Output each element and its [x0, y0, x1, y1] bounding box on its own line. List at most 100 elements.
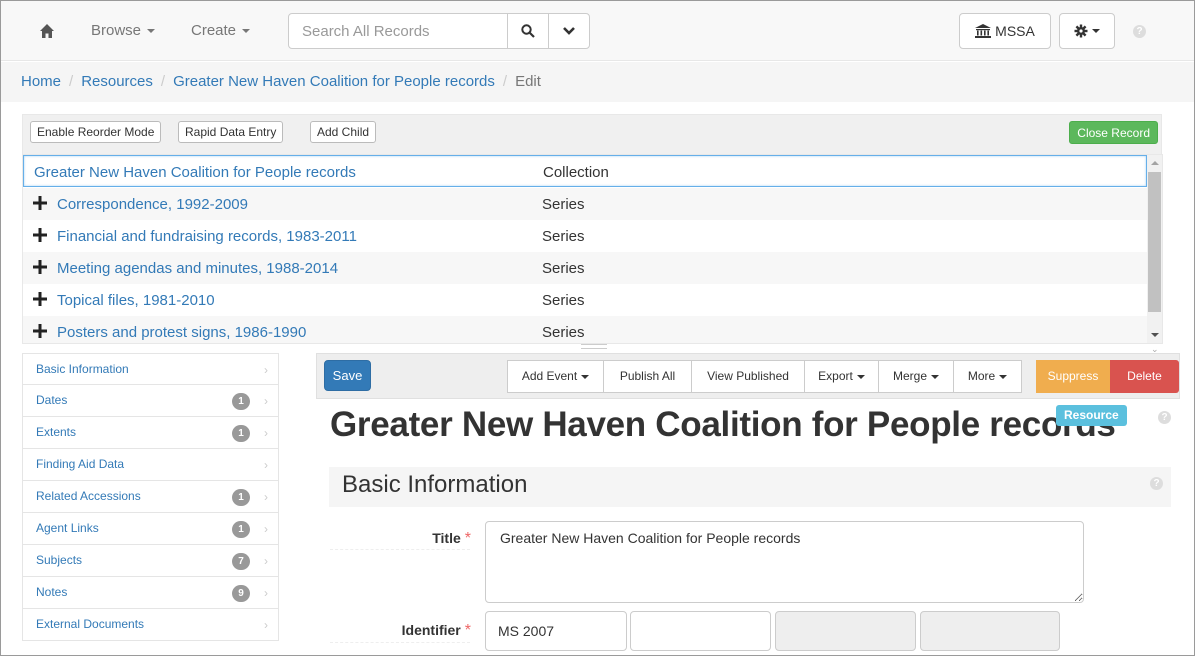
merge-menu-button[interactable]: Merge: [878, 360, 954, 393]
count-badge: 1: [232, 425, 250, 442]
repository-label: MSSA: [995, 23, 1035, 39]
caret-down-icon: [1092, 29, 1100, 33]
identifier-part-4-input[interactable]: [920, 611, 1060, 651]
help-icon[interactable]: ?: [1133, 25, 1146, 38]
view-published-button[interactable]: View Published: [691, 360, 805, 393]
chevron-right-icon: ›: [264, 618, 268, 632]
more-menu-button[interactable]: More: [953, 360, 1022, 393]
home-icon[interactable]: [39, 23, 55, 39]
sidenav-item-external-documents[interactable]: External Documents ›: [22, 609, 279, 641]
chevron-down-icon: [563, 27, 575, 35]
tree-toolbar: Enable Reorder Mode Rapid Data Entry Add…: [22, 114, 1162, 154]
sidenav-item-label: Basic Information: [36, 362, 129, 376]
help-icon[interactable]: ?: [1158, 411, 1171, 424]
caret-down-icon: [581, 374, 590, 379]
identifier-part-2-input[interactable]: [630, 611, 771, 651]
caret-down-icon: [147, 29, 156, 34]
scroll-up-icon[interactable]: [1151, 161, 1159, 165]
tree-row[interactable]: Financial and fundraising records, 1983-…: [23, 220, 1147, 252]
browse-label: Browse: [91, 22, 142, 39]
count-badge: 1: [232, 393, 250, 410]
identifier-part-3-input[interactable]: [775, 611, 916, 651]
search-button[interactable]: [507, 13, 549, 49]
chevron-right-icon: ›: [264, 490, 268, 504]
top-navbar: Browse Create MSSA ?: [1, 1, 1194, 61]
tree-row[interactable]: Meeting agendas and minutes, 1988-2014 S…: [23, 252, 1147, 284]
settings-menu-button[interactable]: [1059, 13, 1115, 49]
breadcrumb-home[interactable]: Home: [21, 73, 61, 90]
tree-row-title[interactable]: Topical files, 1981-2010: [57, 292, 215, 309]
merge-label: Merge: [892, 369, 927, 383]
advanced-search-toggle[interactable]: [548, 13, 590, 49]
chevron-right-icon: ›: [264, 554, 268, 568]
record-section-nav: Basic Information › Dates 1 › Extents 1 › Fin…: [22, 353, 279, 653]
caret-down-icon: [931, 374, 939, 379]
plus-icon[interactable]: [33, 260, 47, 274]
sidenav-item-dates[interactable]: Dates 1 ›: [22, 385, 279, 417]
sidenav-item-basic-information[interactable]: Basic Information ›: [22, 353, 279, 385]
count-badge: 1: [232, 521, 250, 538]
sidenav-item-label: Agent Links: [36, 521, 99, 535]
plus-icon[interactable]: [33, 196, 47, 210]
tree-row-title[interactable]: Greater New Haven Coalition for People r…: [34, 164, 356, 181]
plus-icon[interactable]: [33, 324, 47, 338]
tree-row[interactable]: Correspondence, 1992-2009 Series: [23, 188, 1147, 220]
chevron-right-icon: ›: [264, 522, 268, 536]
section-heading-text: Basic Information: [342, 471, 528, 498]
scrollbar-thumb[interactable]: [1148, 172, 1161, 312]
suppress-button[interactable]: Suppress: [1036, 360, 1110, 393]
create-menu[interactable]: Create: [191, 22, 251, 39]
sidenav-item-related-accessions[interactable]: Related Accessions 1 ›: [22, 481, 279, 513]
help-icon[interactable]: ?: [1150, 477, 1163, 490]
delete-button[interactable]: Delete: [1110, 360, 1179, 393]
institution-icon: [975, 24, 992, 38]
add-event-label: Add Event: [521, 369, 578, 383]
tree-scrollbar[interactable]: [1147, 155, 1162, 343]
count-badge: 7: [232, 553, 250, 570]
sidenav-item-subjects[interactable]: Subjects 7 ›: [22, 545, 279, 577]
sidenav-item-label: Notes: [36, 585, 68, 599]
tree-row-root[interactable]: Greater New Haven Coalition for People r…: [23, 155, 1147, 187]
title-field[interactable]: Greater New Haven Coalition for People r…: [485, 521, 1084, 603]
breadcrumb-current: Edit: [515, 73, 541, 90]
chevron-right-icon: ›: [264, 394, 268, 408]
breadcrumb-resources[interactable]: Resources: [81, 73, 153, 90]
record-title: Greater New Haven Coalition for People r…: [330, 405, 1116, 444]
field-divider: [330, 642, 470, 643]
enable-reorder-button[interactable]: Enable Reorder Mode: [30, 121, 162, 143]
publish-all-button[interactable]: Publish All: [603, 360, 692, 393]
sidenav-item-agent-links[interactable]: Agent Links 1 ›: [22, 513, 279, 545]
tree-row-level: Series: [542, 228, 585, 245]
plus-icon[interactable]: [33, 228, 47, 242]
tree-row-title[interactable]: Meeting agendas and minutes, 1988-2014: [57, 260, 338, 277]
add-child-button[interactable]: Add Child: [310, 121, 377, 143]
tree-row-title[interactable]: Financial and fundraising records, 1983-…: [57, 228, 357, 245]
add-event-button[interactable]: Add Event: [507, 360, 604, 393]
create-label: Create: [191, 22, 237, 39]
tree-resize-handle[interactable]: [581, 344, 607, 349]
field-divider: [330, 549, 470, 550]
close-record-button[interactable]: Close Record: [1069, 121, 1158, 144]
search-input[interactable]: [288, 13, 508, 49]
plus-icon[interactable]: [33, 292, 47, 306]
identifier-part-1-input[interactable]: [485, 611, 627, 651]
rapid-data-entry-button[interactable]: Rapid Data Entry: [178, 121, 284, 143]
save-button[interactable]: Save: [324, 360, 371, 391]
count-badge: 1: [232, 489, 250, 506]
sidenav-item-label: Related Accessions: [36, 489, 141, 503]
breadcrumb-record[interactable]: Greater New Haven Coalition for People r…: [173, 73, 495, 90]
tree-row[interactable]: Topical files, 1981-2010 Series: [23, 284, 1147, 316]
browse-menu[interactable]: Browse: [91, 22, 156, 39]
export-label: Export: [818, 369, 853, 383]
repository-button[interactable]: MSSA: [959, 13, 1051, 49]
scroll-down-icon[interactable]: [1151, 333, 1159, 337]
sidenav-item-notes[interactable]: Notes 9 ›: [22, 577, 279, 609]
chevron-right-icon: ›: [264, 458, 268, 472]
sidenav-item-finding-aid-data[interactable]: Finding Aid Data ›: [22, 449, 279, 481]
sidenav-item-extents[interactable]: Extents 1 ›: [22, 417, 279, 449]
tree-row-title[interactable]: Posters and protest signs, 1986-1990: [57, 324, 306, 341]
tree-row[interactable]: Posters and protest signs, 1986-1990 Ser…: [23, 316, 1147, 343]
export-menu-button[interactable]: Export: [804, 360, 879, 393]
tree-row-title[interactable]: Correspondence, 1992-2009: [57, 196, 248, 213]
required-asterisk-icon: *: [464, 530, 471, 547]
